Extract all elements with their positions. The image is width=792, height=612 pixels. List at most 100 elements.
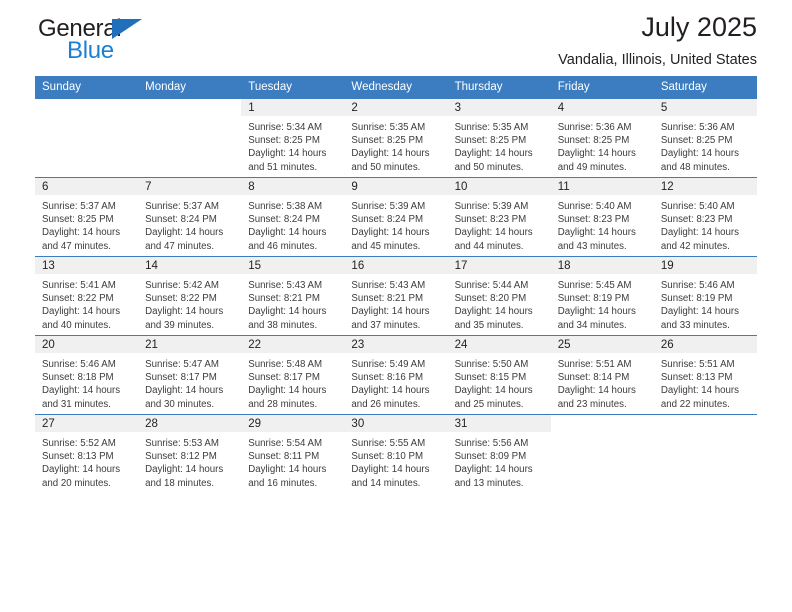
daylight-text-line1: Daylight: 14 hours	[248, 306, 327, 318]
calendar-cell-day[interactable]: 5 Sunrise: 5:36 AM Sunset: 8:25 PM Daylight…	[653, 98, 757, 178]
day-cell: 16 Sunrise: 5:43 AM Sunset: 8:21 PM Dayligh…	[344, 257, 448, 335]
day-details: Sunrise: 5:35 AM Sunset: 8:25 PM Daylight:…	[448, 116, 551, 174]
calendar-cell-day[interactable]: 24 Sunrise: 5:50 AM Sunset: 8:15 PM Dayligh…	[447, 335, 551, 415]
day-cell: 2 Sunrise: 5:35 AM Sunset: 8:25 PM Daylight…	[344, 99, 448, 177]
sunset-text: Sunset: 8:12 PM	[145, 451, 217, 463]
calendar-cell-day[interactable]: 21 Sunrise: 5:47 AM Sunset: 8:17 PM Dayligh…	[138, 335, 242, 415]
sunrise-text: Sunrise: 5:55 AM	[351, 438, 426, 449]
sunrise-text: Sunrise: 5:42 AM	[145, 280, 219, 291]
calendar-cell-day[interactable]: 11 Sunrise: 5:40 AM Sunset: 8:23 PM Dayligh…	[550, 177, 654, 257]
day-number	[653, 415, 757, 432]
calendar-cell-empty	[550, 414, 654, 493]
daylight-text-line1: Daylight: 14 hours	[248, 385, 327, 397]
day-cell: 20 Sunrise: 5:46 AM Sunset: 8:18 PM Dayligh…	[35, 336, 139, 414]
calendar-cell-day[interactable]: 7 Sunrise: 5:37 AM Sunset: 8:24 PM Daylight…	[138, 177, 242, 257]
daylight-text-line2: and 43 minutes.	[557, 240, 627, 252]
calendar-cell-day[interactable]: 13 Sunrise: 5:41 AM Sunset: 8:22 PM Dayligh…	[35, 256, 139, 336]
calendar-cell-day[interactable]: 28 Sunrise: 5:53 AM Sunset: 8:12 PM Dayligh…	[138, 414, 242, 493]
general-blue-logo[interactable]: General Blue	[38, 15, 198, 69]
sunrise-text: Sunrise: 5:46 AM	[660, 280, 735, 291]
day-details: Sunrise: 5:34 AM Sunset: 8:25 PM Daylight:…	[241, 116, 344, 174]
calendar-cell-day[interactable]: 3 Sunrise: 5:35 AM Sunset: 8:25 PM Daylight…	[447, 98, 551, 178]
sunrise-text: Sunrise: 5:45 AM	[557, 280, 632, 291]
weekday-header-friday: Friday	[550, 76, 654, 99]
daylight-text-line2: and 23 minutes.	[557, 398, 627, 410]
sunrise-text: Sunrise: 5:35 AM	[454, 122, 529, 133]
sunset-text: Sunset: 8:21 PM	[248, 293, 320, 305]
day-details: Sunrise: 5:51 AM Sunset: 8:14 PM Daylight:…	[551, 353, 654, 411]
calendar-cell-day[interactable]: 1 Sunrise: 5:34 AM Sunset: 8:25 PM Daylight…	[241, 98, 345, 178]
daylight-text-line2: and 13 minutes.	[454, 477, 524, 489]
daylight-text-line1: Daylight: 14 hours	[42, 385, 121, 397]
day-details: Sunrise: 5:45 AM Sunset: 8:19 PM Daylight:…	[551, 274, 654, 332]
day-number	[35, 99, 139, 116]
calendar-cell-day[interactable]: 29 Sunrise: 5:54 AM Sunset: 8:11 PM Dayligh…	[241, 414, 345, 493]
triangle-icon	[112, 19, 142, 39]
calendar-cell-day[interactable]: 22 Sunrise: 5:48 AM Sunset: 8:17 PM Dayligh…	[241, 335, 345, 415]
sunrise-text: Sunrise: 5:39 AM	[454, 201, 529, 212]
daylight-text-line2: and 38 minutes.	[248, 319, 318, 331]
calendar-cell-day[interactable]: 25 Sunrise: 5:51 AM Sunset: 8:14 PM Dayligh…	[550, 335, 654, 415]
day-cell: 27 Sunrise: 5:52 AM Sunset: 8:13 PM Dayligh…	[35, 415, 139, 493]
daylight-text-line1: Daylight: 14 hours	[454, 306, 533, 318]
day-number: 9	[344, 178, 448, 195]
calendar-cell-day[interactable]: 14 Sunrise: 5:42 AM Sunset: 8:22 PM Dayligh…	[138, 256, 242, 336]
sunset-text: Sunset: 8:22 PM	[145, 293, 217, 305]
calendar-cell-day[interactable]: 18 Sunrise: 5:45 AM Sunset: 8:19 PM Dayligh…	[550, 256, 654, 336]
daylight-text-line1: Daylight: 14 hours	[248, 227, 327, 239]
day-details: Sunrise: 5:51 AM Sunset: 8:13 PM Daylight:…	[654, 353, 757, 411]
daylight-text-line1: Daylight: 14 hours	[145, 227, 224, 239]
day-number: 29	[241, 415, 345, 432]
day-cell: 5 Sunrise: 5:36 AM Sunset: 8:25 PM Daylight…	[653, 99, 757, 177]
calendar-cell-day[interactable]: 27 Sunrise: 5:52 AM Sunset: 8:13 PM Dayligh…	[35, 414, 139, 493]
title-block: July 2025 Vandalia, Illinois, United Sta…	[558, 12, 757, 68]
day-details: Sunrise: 5:36 AM Sunset: 8:25 PM Daylight:…	[654, 116, 757, 174]
sunrise-text: Sunrise: 5:54 AM	[248, 438, 323, 449]
day-details: Sunrise: 5:50 AM Sunset: 8:15 PM Daylight:…	[448, 353, 551, 411]
daylight-text-line2: and 35 minutes.	[454, 319, 524, 331]
calendar-cell-empty	[653, 414, 757, 493]
day-cell: 31 Sunrise: 5:56 AM Sunset: 8:09 PM Dayligh…	[447, 415, 551, 493]
sunrise-text: Sunrise: 5:56 AM	[454, 438, 529, 449]
day-details: Sunrise: 5:39 AM Sunset: 8:24 PM Daylight:…	[344, 195, 447, 253]
calendar-cell-day[interactable]: 26 Sunrise: 5:51 AM Sunset: 8:13 PM Dayligh…	[653, 335, 757, 415]
sunrise-text: Sunrise: 5:53 AM	[145, 438, 219, 449]
calendar-cell-day[interactable]: 23 Sunrise: 5:49 AM Sunset: 8:16 PM Dayligh…	[344, 335, 448, 415]
calendar-cell-day[interactable]: 10 Sunrise: 5:39 AM Sunset: 8:23 PM Dayligh…	[447, 177, 551, 257]
sunset-text: Sunset: 8:24 PM	[145, 214, 217, 226]
calendar-cell-day[interactable]: 2 Sunrise: 5:35 AM Sunset: 8:25 PM Daylight…	[344, 98, 448, 178]
calendar-cell-day[interactable]: 15 Sunrise: 5:43 AM Sunset: 8:21 PM Dayligh…	[241, 256, 345, 336]
day-details: Sunrise: 5:49 AM Sunset: 8:16 PM Daylight:…	[344, 353, 447, 411]
daylight-text-line2: and 14 minutes.	[351, 477, 421, 489]
calendar-cell-day[interactable]: 12 Sunrise: 5:40 AM Sunset: 8:23 PM Dayligh…	[653, 177, 757, 257]
day-details: Sunrise: 5:40 AM Sunset: 8:23 PM Daylight:…	[654, 195, 757, 253]
day-details: Sunrise: 5:47 AM Sunset: 8:17 PM Daylight:…	[138, 353, 241, 411]
daylight-text-line2: and 47 minutes.	[42, 240, 111, 252]
calendar-cell-day[interactable]: 16 Sunrise: 5:43 AM Sunset: 8:21 PM Dayligh…	[344, 256, 448, 336]
daylight-text-line2: and 42 minutes.	[660, 240, 730, 252]
calendar-cell-day[interactable]: 8 Sunrise: 5:38 AM Sunset: 8:24 PM Daylight…	[241, 177, 345, 257]
weekday-header-sunday: Sunday	[35, 76, 139, 99]
day-cell: 18 Sunrise: 5:45 AM Sunset: 8:19 PM Dayligh…	[550, 257, 654, 335]
calendar-cell-day[interactable]: 4 Sunrise: 5:36 AM Sunset: 8:25 PM Daylight…	[550, 98, 654, 178]
calendar-cell-day[interactable]: 17 Sunrise: 5:44 AM Sunset: 8:20 PM Dayligh…	[447, 256, 551, 336]
day-cell	[550, 415, 654, 493]
calendar-cell-day[interactable]: 9 Sunrise: 5:39 AM Sunset: 8:24 PM Daylight…	[344, 177, 448, 257]
daylight-text-line1: Daylight: 14 hours	[660, 227, 739, 239]
calendar-cell-day[interactable]: 19 Sunrise: 5:46 AM Sunset: 8:19 PM Dayligh…	[653, 256, 757, 336]
calendar-cell-empty	[35, 98, 139, 178]
day-cell: 12 Sunrise: 5:40 AM Sunset: 8:23 PM Dayligh…	[653, 178, 757, 256]
page-title: July 2025	[641, 12, 757, 42]
day-details: Sunrise: 5:36 AM Sunset: 8:25 PM Daylight:…	[551, 116, 654, 174]
daylight-text-line1: Daylight: 14 hours	[248, 148, 327, 160]
calendar-cell-day[interactable]: 30 Sunrise: 5:55 AM Sunset: 8:10 PM Dayligh…	[344, 414, 448, 493]
day-number: 4	[550, 99, 654, 116]
calendar-cell-day[interactable]: 6 Sunrise: 5:37 AM Sunset: 8:25 PM Daylight…	[35, 177, 139, 257]
day-cell: 30 Sunrise: 5:55 AM Sunset: 8:10 PM Dayligh…	[344, 415, 448, 493]
calendar-cell-day[interactable]: 20 Sunrise: 5:46 AM Sunset: 8:18 PM Dayligh…	[35, 335, 139, 415]
daylight-text-line2: and 47 minutes.	[145, 240, 215, 252]
calendar-cell-day[interactable]: 31 Sunrise: 5:56 AM Sunset: 8:09 PM Dayligh…	[447, 414, 551, 493]
daylight-text-line2: and 46 minutes.	[248, 240, 318, 252]
sunrise-text: Sunrise: 5:51 AM	[660, 359, 735, 370]
sunset-text: Sunset: 8:25 PM	[557, 135, 630, 147]
